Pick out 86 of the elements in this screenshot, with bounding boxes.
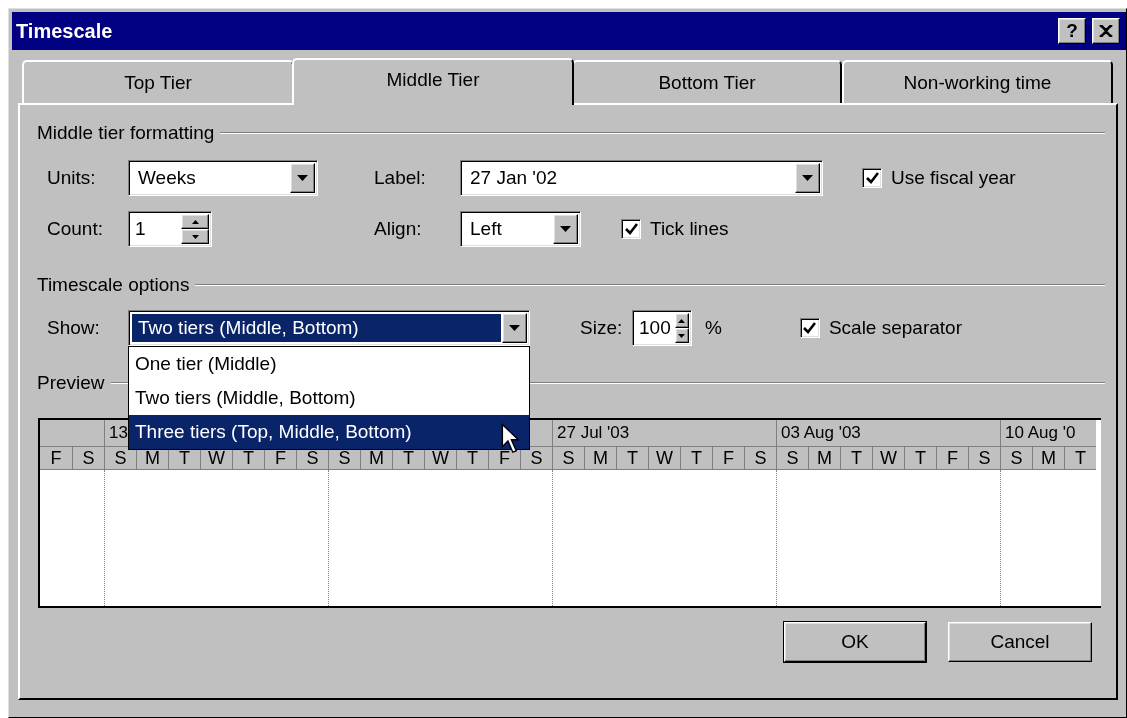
- spin-up-button[interactable]: [674, 313, 689, 328]
- spin-down-button[interactable]: [181, 229, 209, 244]
- up-arrow-icon: [191, 219, 199, 224]
- align-dropdown[interactable]: Left: [460, 211, 581, 247]
- day-header-cell: T: [168, 447, 200, 469]
- group-title: Preview: [37, 372, 105, 394]
- show-dropdown[interactable]: Two tiers (Middle, Bottom): [128, 310, 530, 346]
- day-header-cell: T: [840, 447, 872, 469]
- day-header-cell: M: [584, 447, 616, 469]
- checkbox-label: Use fiscal year: [891, 167, 1016, 189]
- tab[interactable]: Top Tier: [22, 60, 294, 103]
- day-header-cell: S: [72, 447, 104, 469]
- units-dropdown[interactable]: Weeks: [128, 160, 318, 196]
- day-header-cell: M: [136, 447, 168, 469]
- day-header-cell-text: F: [49, 447, 63, 469]
- day-header-cell: W: [872, 447, 904, 469]
- checkbox[interactable]: [862, 168, 882, 188]
- close-button[interactable]: [1092, 18, 1120, 44]
- day-header-cell: T: [392, 447, 424, 469]
- dropdown-button[interactable]: [502, 313, 527, 343]
- field-label: Align:: [374, 218, 423, 240]
- dropdown-button[interactable]: [553, 214, 578, 244]
- caret-icon: [802, 175, 813, 181]
- tab[interactable]: Bottom Tier: [572, 60, 842, 103]
- tab[interactable]: Middle Tier: [292, 58, 574, 105]
- dialog-button[interactable]: OK: [784, 622, 926, 662]
- day-header-cell: S: [552, 447, 584, 469]
- spin-field[interactable]: 100: [632, 310, 692, 346]
- day-header-cell: F: [264, 447, 296, 469]
- day-header-cell: F: [936, 447, 968, 469]
- group-title: Middle tier formatting: [37, 122, 215, 144]
- field-label: Size:: [580, 317, 624, 339]
- day-header-cell: W: [200, 447, 232, 469]
- day-header-cell: S: [776, 447, 808, 469]
- day-header-cell: T: [456, 447, 488, 469]
- day-header-cell: T: [680, 447, 712, 469]
- dropdown-option[interactable]: Two tiers (Middle, Bottom): [129, 381, 529, 415]
- spin-down-button[interactable]: [674, 328, 689, 343]
- day-header-cell: T: [1064, 447, 1096, 469]
- caret-icon: [297, 175, 308, 181]
- down-arrow-icon: [191, 234, 199, 239]
- week-header-cell: 10 Aug '0: [1000, 420, 1096, 447]
- field-label: Label:: [374, 167, 427, 189]
- day-header-cell: T: [904, 447, 936, 469]
- field-label: Count:: [47, 218, 104, 240]
- checkbox-label: Tick lines: [650, 218, 729, 240]
- day-header-cell: F: [712, 447, 744, 469]
- day-header-cell: T: [616, 447, 648, 469]
- day-header-cell: S: [968, 447, 1000, 469]
- group-title: Timescale options: [37, 274, 190, 296]
- spin-field[interactable]: 1: [128, 211, 212, 247]
- day-header-cell: S: [104, 447, 136, 469]
- day-header-cell: S: [1000, 447, 1032, 469]
- day-header-cell: S: [744, 447, 776, 469]
- up-arrow-icon: [678, 318, 686, 323]
- checkbox[interactable]: [621, 219, 641, 239]
- window-title: Timescale: [16, 19, 114, 43]
- day-header-cell: S: [296, 447, 328, 469]
- label-dropdown[interactable]: 27 Jan '02: [460, 160, 823, 196]
- dialog-button[interactable]: Cancel: [948, 622, 1092, 662]
- caret-icon: [509, 325, 520, 331]
- day-header-cell: T: [232, 447, 264, 469]
- spin-up-button[interactable]: [181, 214, 209, 229]
- field-label: Show:: [47, 317, 101, 339]
- day-header-cell: W: [648, 447, 680, 469]
- day-header-cell: M: [808, 447, 840, 469]
- dropdown-option[interactable]: One tier (Middle): [129, 347, 529, 381]
- down-arrow-icon: [678, 333, 686, 338]
- day-header-cell: S: [520, 447, 552, 469]
- tab[interactable]: Non-working time: [842, 60, 1113, 103]
- day-header-cell: M: [1032, 447, 1064, 469]
- dropdown-button[interactable]: [795, 163, 820, 193]
- dropdown-button[interactable]: [290, 163, 315, 193]
- day-header-cell: S: [328, 447, 360, 469]
- help-button[interactable]: ?: [1058, 18, 1086, 44]
- field-label: Units:: [47, 167, 97, 189]
- week-header-cell: 03 Aug '03: [776, 420, 1000, 447]
- dropdown-option[interactable]: Three tiers (Top, Middle, Bottom): [129, 415, 529, 449]
- close-icon: [1099, 25, 1113, 37]
- checkbox[interactable]: [799, 318, 820, 338]
- day-header-cell: W: [424, 447, 456, 469]
- day-header-cell: M: [360, 447, 392, 469]
- unit-label: %: [705, 317, 722, 339]
- checkbox-label: Scale separator: [828, 317, 962, 339]
- caret-icon: [560, 226, 571, 232]
- week-header-cell: 27 Jul '03: [552, 420, 776, 447]
